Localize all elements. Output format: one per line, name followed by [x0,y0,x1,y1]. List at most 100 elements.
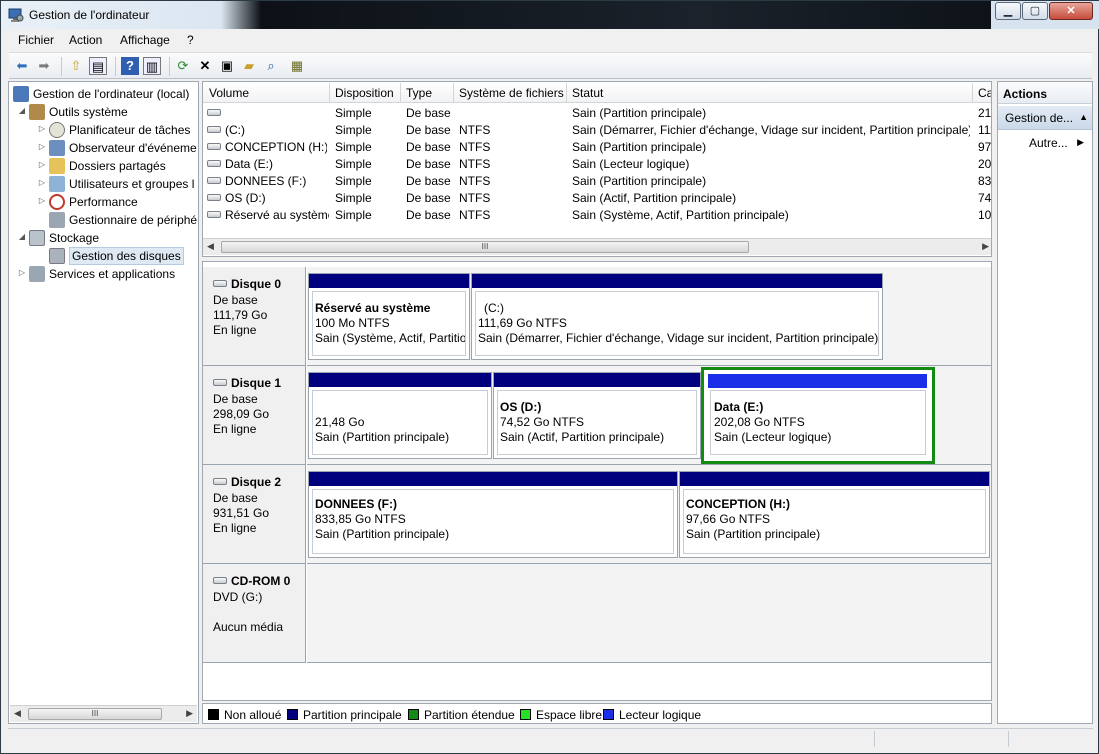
menu-help[interactable]: ? [187,33,194,47]
disk-2-info[interactable]: Disque 2 De base 931,51 Go En ligne [203,465,306,564]
volume-icon [207,194,221,201]
volume-list-horizontal-scrollbar[interactable]: ◀ III ▶ [203,238,991,255]
tree-item-observateur[interactable]: ▷ Observateur d'événeme [37,139,197,157]
scroll-thumb[interactable]: III [221,241,749,253]
maximize-button[interactable]: ▢ [1022,2,1048,20]
show-hide-action-pane-icon[interactable]: ▥ [143,57,161,75]
tools-icon [29,104,45,120]
collapsed-arrow-icon[interactable]: ▷ [37,196,47,205]
cdrom-0-info[interactable]: CD-ROM 0 DVD (G:) Aucun média [203,564,306,663]
disk-1-info[interactable]: Disque 1 De base 298,09 Go En ligne [203,366,306,465]
tree-item-gestion-disques[interactable]: Gestion des disques [37,247,197,265]
open-icon[interactable]: ▰ [240,57,258,75]
title-bar: Gestion de l'ordinateur ▁ ▢ ✕ [1,1,1099,29]
tree-item-services[interactable]: ▷ Services et applications [17,265,197,283]
volume-list: Volume Disposition Type Système de fichi… [202,81,992,257]
column-capacity[interactable]: Ca [978,86,991,100]
column-filesystem[interactable]: Système de fichiers [459,86,564,100]
search-icon[interactable]: ⌕ [262,57,280,75]
actions-more[interactable]: Autre... [1029,136,1068,150]
partition-unnamed[interactable]: 21,48 Go Sain (Partition principale) [308,372,492,459]
tree-item-root[interactable]: Gestion de l'ordinateur (local) [11,85,197,103]
table-row[interactable]: (C:) Simple De base NTFS Sain (Démarrer,… [203,121,991,138]
menu-action[interactable]: Action [69,33,102,47]
volume-icon [207,143,221,150]
forward-icon[interactable]: ➡ [35,57,53,75]
tree-item-gestionnaire-peripheriques[interactable]: Gestionnaire de périphé [37,211,197,229]
table-row[interactable]: OS (D:) Simple De base NTFS Sain (Actif,… [203,189,991,206]
refresh-icon[interactable]: ⟳ [174,57,192,75]
status-bar [8,728,1093,748]
actions-group-gestion[interactable]: Gestion de... ▲ [998,106,1092,130]
collapsed-arrow-icon[interactable]: ▷ [37,124,47,133]
tree-horizontal-scrollbar[interactable]: ◀ III ▶ [10,705,197,722]
menu-fichier[interactable]: Fichier [18,33,54,47]
primary-partition-bar [472,274,882,288]
disk-1-row: Disque 1 De base 298,09 Go En ligne 21,4… [203,366,991,465]
volume-icon [207,211,221,218]
cdrom-0-row: CD-ROM 0 DVD (G:) Aucun média [203,564,991,663]
partition-data-e[interactable]: Data (E:) 202,08 Go NTFS Sain (Lecteur l… [701,367,935,464]
up-icon[interactable]: ⇧ [67,57,85,75]
legend-espace-libre: Espace libre [520,708,602,722]
expanded-arrow-icon[interactable]: ◢ [17,106,27,115]
computer-management-icon [8,8,24,22]
table-row[interactable]: DONNEES (F:) Simple De base NTFS Sain (P… [203,172,991,189]
collapsed-arrow-icon[interactable]: ▷ [37,178,47,187]
disk-management-icon [49,248,65,264]
disk-0-info[interactable]: Disque 0 De base 111,79 Go En ligne [203,267,306,366]
disk-icon [213,280,227,287]
legend-partition-principale: Partition principale [287,708,402,722]
scroll-left-icon[interactable]: ◀ [14,708,21,719]
scroll-right-icon[interactable]: ▶ [186,708,193,719]
legend-non-alloue: Non alloué [208,708,281,722]
help-icon[interactable]: ? [121,57,139,75]
cdrom-0-area [307,564,991,663]
export-icon[interactable]: ▦ [288,57,306,75]
logical-drive-bar [708,374,927,388]
scroll-right-icon[interactable]: ▶ [982,241,989,252]
scroll-left-icon[interactable]: ◀ [207,241,214,252]
tree-item-stockage[interactable]: ◢ Stockage [17,229,197,247]
partition-c[interactable]: (C:) 111,69 Go NTFS Sain (Démarrer, Fich… [471,273,883,360]
partition-os-d[interactable]: OS (D:) 74,52 Go NTFS Sain (Actif, Parti… [493,372,701,459]
clock-icon [49,122,65,138]
column-disposition[interactable]: Disposition [335,86,394,100]
partition-reserve-systeme[interactable]: Réservé au système 100 Mo NTFS Sain (Sys… [308,273,470,360]
partition-donnees-f[interactable]: DONNEES (F:) 833,85 Go NTFS Sain (Partit… [308,471,678,558]
tree-item-dossiers-partages[interactable]: ▷ Dossiers partagés [37,157,197,175]
computer-management-window: Gestion de l'ordinateur ▁ ▢ ✕ Fichier Ac… [0,0,1099,754]
expanded-arrow-icon[interactable]: ◢ [17,232,27,241]
collapsed-arrow-icon[interactable]: ▷ [17,268,27,277]
collapsed-arrow-icon[interactable]: ▷ [37,160,47,169]
close-button[interactable]: ✕ [1049,2,1093,20]
column-statut[interactable]: Statut [572,86,603,100]
table-row[interactable]: Data (E:) Simple De base NTFS Sain (Lect… [203,155,991,172]
disk-icon [213,478,227,485]
tree-item-planificateur[interactable]: ▷ Planificateur de tâches [37,121,197,139]
menu-affichage[interactable]: Affichage [120,33,170,47]
tree-item-performance[interactable]: ▷ Performance [37,193,197,211]
services-icon [29,266,45,282]
event-viewer-icon [49,140,65,156]
collapsed-arrow-icon[interactable]: ▷ [37,142,47,151]
back-icon[interactable]: ⬅ [13,57,31,75]
tree-item-utilisateurs[interactable]: ▷ Utilisateurs et groupes l [37,175,197,193]
table-row[interactable]: Simple De base Sain (Partition principal… [203,104,991,121]
partition-conception-h[interactable]: CONCEPTION (H:) 97,66 Go NTFS Sain (Part… [679,471,990,558]
minimize-button[interactable]: ▁ [995,2,1021,20]
delete-icon[interactable]: ✕ [196,57,214,75]
primary-partition-bar [309,472,677,486]
properties-icon[interactable]: ▣ [218,57,236,75]
column-volume[interactable]: Volume [209,86,249,100]
show-hide-tree-icon[interactable]: ▤ [89,57,107,75]
scroll-thumb[interactable]: III [28,708,162,720]
column-type[interactable]: Type [406,86,432,100]
table-row[interactable]: CONCEPTION (H:) Simple De base NTFS Sain… [203,138,991,155]
menu-bar: Fichier Action Affichage ? [9,30,1092,51]
table-row[interactable]: Réservé au système Simple De base NTFS S… [203,206,991,223]
submenu-arrow-icon[interactable]: ▶ [1077,137,1084,148]
legend-partition-etendue: Partition étendue [408,708,515,722]
collapse-arrow-icon[interactable]: ▲ [1079,112,1088,122]
tree-item-outils-systeme[interactable]: ◢ Outils système [17,103,197,121]
